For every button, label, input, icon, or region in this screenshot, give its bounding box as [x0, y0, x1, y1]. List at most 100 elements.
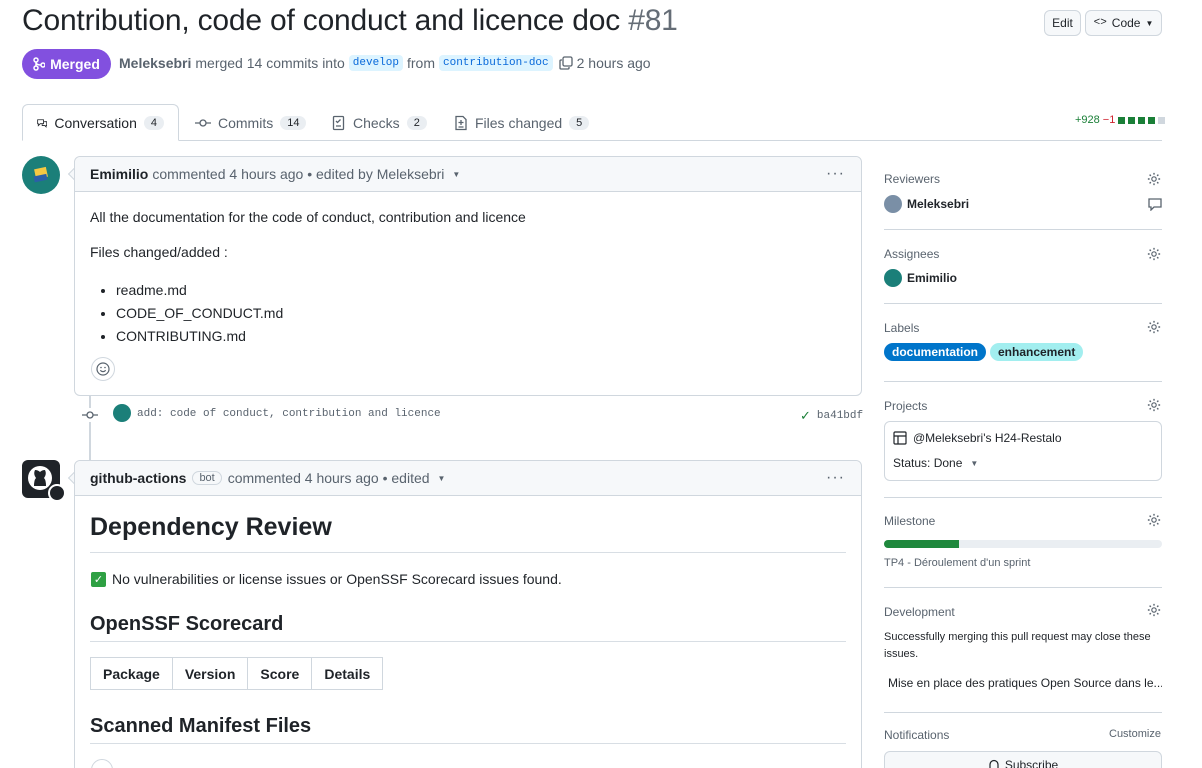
- sidebar-divider: [884, 229, 1162, 230]
- sidebar-divider: [884, 587, 1162, 588]
- assignee-item[interactable]: Emimilio: [884, 269, 957, 287]
- assignees-label: Assignees: [884, 247, 940, 261]
- avatar-graphic: [33, 166, 48, 183]
- subscribe-label: Subscribe: [1004, 758, 1059, 768]
- label-enhancement[interactable]: enhancement: [990, 343, 1084, 361]
- list-item: CODE_OF_CONDUCT.md: [116, 302, 283, 325]
- subscribe-button[interactable]: Subscribe: [884, 751, 1162, 768]
- merged-time: 2 hours ago: [576, 55, 651, 71]
- bell-icon: [988, 759, 999, 768]
- triangle-down-icon[interactable]: ▼: [438, 474, 446, 483]
- git-commit-icon: [82, 408, 98, 422]
- scorecard-table: Package Version Score Details: [90, 657, 384, 690]
- milestone-progress-bar: [884, 540, 1162, 548]
- comment-author[interactable]: Emimilio: [90, 166, 148, 182]
- diffstat-deletions: −1: [1102, 114, 1116, 126]
- table-header-cell: Details: [324, 665, 371, 682]
- project-card[interactable]: @Meleksebri's H24-Restalo Status: Done ▼: [884, 421, 1162, 481]
- gear-icon[interactable]: [1147, 172, 1161, 186]
- labels-list: documentation enhancement: [884, 343, 1084, 361]
- gear-icon[interactable]: [1147, 247, 1161, 261]
- git-merge-icon: [33, 57, 46, 71]
- comment-discussion-icon: [37, 118, 48, 128]
- project-status[interactable]: Status: Done ▼: [893, 456, 978, 470]
- expand-icon[interactable]: [91, 759, 113, 768]
- pr-number: #81: [628, 4, 678, 37]
- merged-text: merged 14 commits into: [195, 55, 345, 71]
- tab-checks-count: 2: [406, 115, 427, 130]
- file-diff-icon: [455, 115, 467, 130]
- list-item: CONTRIBUTING.md: [116, 325, 283, 348]
- comment-author[interactable]: github-actions: [90, 470, 186, 486]
- merged-status-label: Merged: [50, 56, 100, 72]
- gear-icon[interactable]: [1147, 398, 1161, 412]
- linked-issue[interactable]: Mise en place des pratiques Open Source …: [884, 676, 1162, 690]
- reviewer-item[interactable]: Meleksebri: [884, 195, 969, 213]
- triangle-down-icon[interactable]: ▼: [452, 170, 460, 179]
- gear-icon[interactable]: [1147, 320, 1161, 334]
- assignee-avatar: [884, 269, 902, 287]
- list-item: readme.md: [116, 279, 283, 302]
- check-result: ✓ No vulnerabilities or license issues o…: [91, 571, 562, 587]
- tab-commits[interactable]: Commits 14: [181, 104, 320, 141]
- scanned-manifest-heading: Scanned Manifest Files: [90, 715, 312, 737]
- check-result-text: No vulnerabilities or license issues or …: [112, 571, 562, 587]
- project-title: @Meleksebri's H24-Restalo: [893, 431, 1062, 445]
- bot-badge: bot: [192, 471, 222, 485]
- tab-commits-label: Commits: [218, 114, 274, 131]
- comment-emimilio: Emimilio commented 4 hours ago • edited …: [74, 156, 862, 396]
- tab-checks[interactable]: Checks 2: [318, 104, 441, 141]
- comment-icon[interactable]: [1148, 198, 1162, 211]
- github-badge-icon: [48, 484, 66, 502]
- projects-label: Projects: [884, 399, 928, 413]
- development-text: Successfully merging this pull request m…: [884, 631, 1151, 660]
- linked-issue-title: Mise en place des pratiques Open Source …: [888, 676, 1162, 690]
- table-header-cell: Package: [91, 658, 173, 689]
- labels-label: Labels: [884, 321, 920, 335]
- comment-header: github-actions bot commented 4 hours ago…: [75, 461, 861, 496]
- add-reaction-button[interactable]: [91, 357, 115, 381]
- customize-link[interactable]: Customize: [1109, 728, 1161, 740]
- sidebar-divider: [884, 303, 1162, 304]
- commit-author-avatar[interactable]: [113, 404, 131, 422]
- milestone-label: Milestone: [884, 514, 936, 528]
- pr-title-text: Contribution, code of conduct and licenc…: [22, 4, 621, 37]
- github-actions-avatar[interactable]: [22, 460, 66, 502]
- heading-divider: [90, 641, 846, 642]
- code-button[interactable]: <> Code ▼: [1085, 10, 1162, 36]
- kebab-menu-icon[interactable]: ···: [826, 165, 845, 183]
- gear-icon[interactable]: [1147, 603, 1161, 617]
- tab-checks-label: Checks: [353, 114, 400, 131]
- assignee-name: Emimilio: [907, 271, 958, 285]
- kebab-menu-icon[interactable]: ···: [826, 469, 845, 487]
- pr-author-link[interactable]: Meleksebri: [119, 55, 191, 71]
- commit-message[interactable]: add: code of conduct, contribution and l…: [137, 408, 441, 420]
- tab-files-changed-count: 5: [569, 115, 590, 130]
- tab-files-changed[interactable]: Files changed 5: [440, 104, 603, 141]
- commit-sha[interactable]: ba41bdf: [817, 410, 863, 422]
- sidebar-divider: [884, 497, 1162, 498]
- pr-meta: Meleksebri merged 14 commits into develo…: [119, 55, 651, 71]
- comment-meta[interactable]: commented 4 hours ago • edited: [228, 470, 430, 486]
- diffstat: +928 −1: [1075, 114, 1166, 126]
- gear-icon[interactable]: [1147, 513, 1161, 527]
- comment-meta[interactable]: commented 4 hours ago • edited by Meleks…: [152, 166, 444, 182]
- tab-files-changed-label: Files changed: [475, 114, 563, 131]
- edit-button[interactable]: Edit: [1044, 10, 1081, 36]
- tab-conversation[interactable]: Conversation 4: [22, 104, 179, 141]
- edit-button-label: Edit: [1052, 16, 1073, 30]
- comment-header: Emimilio commented 4 hours ago • edited …: [75, 157, 861, 192]
- copy-icon[interactable]: [558, 56, 573, 70]
- table-header-cell: Score: [248, 658, 313, 689]
- label-documentation[interactable]: documentation: [884, 343, 986, 361]
- emimilio-avatar[interactable]: [22, 156, 60, 194]
- openssf-heading: OpenSSF Scorecard: [90, 613, 284, 635]
- head-branch[interactable]: contribution-doc: [439, 55, 553, 71]
- development-label: Development: [884, 605, 955, 619]
- milestone-name[interactable]: TP4 - Déroulement d'un sprint: [884, 557, 1030, 569]
- check-icon[interactable]: ✓: [800, 408, 811, 424]
- checklist-icon: [332, 115, 345, 130]
- project-status-text: Status: Done: [893, 456, 963, 470]
- tab-commits-count: 14: [280, 115, 307, 130]
- base-branch[interactable]: develop: [348, 55, 403, 71]
